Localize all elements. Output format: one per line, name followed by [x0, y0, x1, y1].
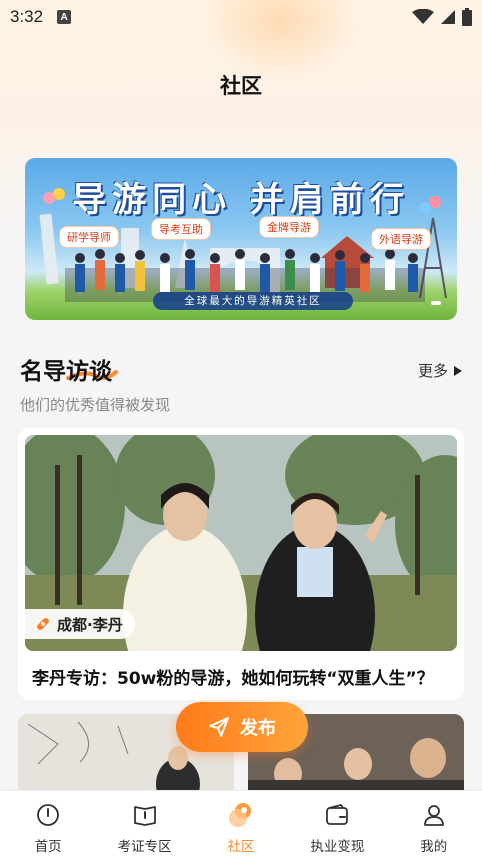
tab-label: 考证专区 — [117, 839, 172, 855]
profile-icon — [420, 801, 448, 829]
community-icon — [227, 801, 255, 829]
tab-label: 社区 — [227, 839, 255, 855]
banner-tag: 导考互助 — [151, 218, 211, 240]
bottom-tab-bar: 首页 考证专区 社区 执业变现 我的 — [0, 790, 482, 858]
interview-photo: 成都·李丹 — [25, 435, 457, 651]
location-pill: 成都·李丹 — [25, 609, 135, 639]
wallet-icon — [323, 801, 351, 829]
interview-title: 李丹专访：50w粉的导游，她如何玩转“双重人生”？ — [32, 669, 434, 689]
community-banner[interactable]: 导游同心 并肩前行 研学导师 导考互助 金牌导游 外语导游 全球最大的导游精英社… — [25, 158, 457, 320]
caret-right-icon — [454, 365, 462, 376]
status-time: 3:32 — [10, 7, 44, 26]
publish-label: 发布 — [240, 718, 276, 739]
tab-label: 首页 — [34, 839, 62, 855]
banner-page-indicator — [431, 301, 441, 305]
tab-label: 我的 — [420, 839, 448, 855]
book-icon — [131, 801, 159, 829]
more-link[interactable]: 更多 — [418, 360, 462, 381]
home-icon — [34, 801, 62, 829]
banner-tag: 研学导师 — [59, 226, 119, 248]
pin-icon — [37, 618, 49, 630]
interview-card[interactable]: 成都·李丹 李丹专访：50w粉的导游，她如何玩转“双重人生”？ — [18, 428, 464, 700]
section-title: 名导访谈 — [20, 359, 112, 385]
banner-caption: 全球最大的导游精英社区 — [153, 292, 353, 310]
status-icons — [412, 8, 472, 26]
tab-profile[interactable]: 我的 — [389, 801, 479, 855]
tab-community[interactable]: 社区 — [196, 801, 286, 855]
status-bar: 3:32 A — [0, 0, 482, 34]
tab-exam[interactable]: 考证专区 — [100, 801, 190, 855]
tab-home[interactable]: 首页 — [3, 801, 93, 855]
notification-icon: A — [57, 10, 72, 24]
banner-slogan: 导游同心 并肩前行 — [72, 180, 410, 220]
location-label: 成都·李丹 — [57, 615, 123, 634]
section-subtitle: 他们的优秀值得被发现 — [20, 396, 171, 414]
banner-tag: 金牌导游 — [259, 216, 319, 238]
more-label: 更多 — [417, 362, 448, 380]
wifi-icon — [412, 9, 434, 24]
send-icon — [209, 717, 229, 737]
battery-icon — [462, 8, 472, 26]
banner-tag: 外语导游 — [371, 228, 431, 250]
page-title: 社区 — [220, 74, 262, 98]
publish-button[interactable]: 发布 — [176, 702, 308, 752]
tab-label: 执业变现 — [310, 839, 365, 855]
signal-icon — [441, 10, 455, 24]
tab-monetize[interactable]: 执业变现 — [292, 801, 382, 855]
